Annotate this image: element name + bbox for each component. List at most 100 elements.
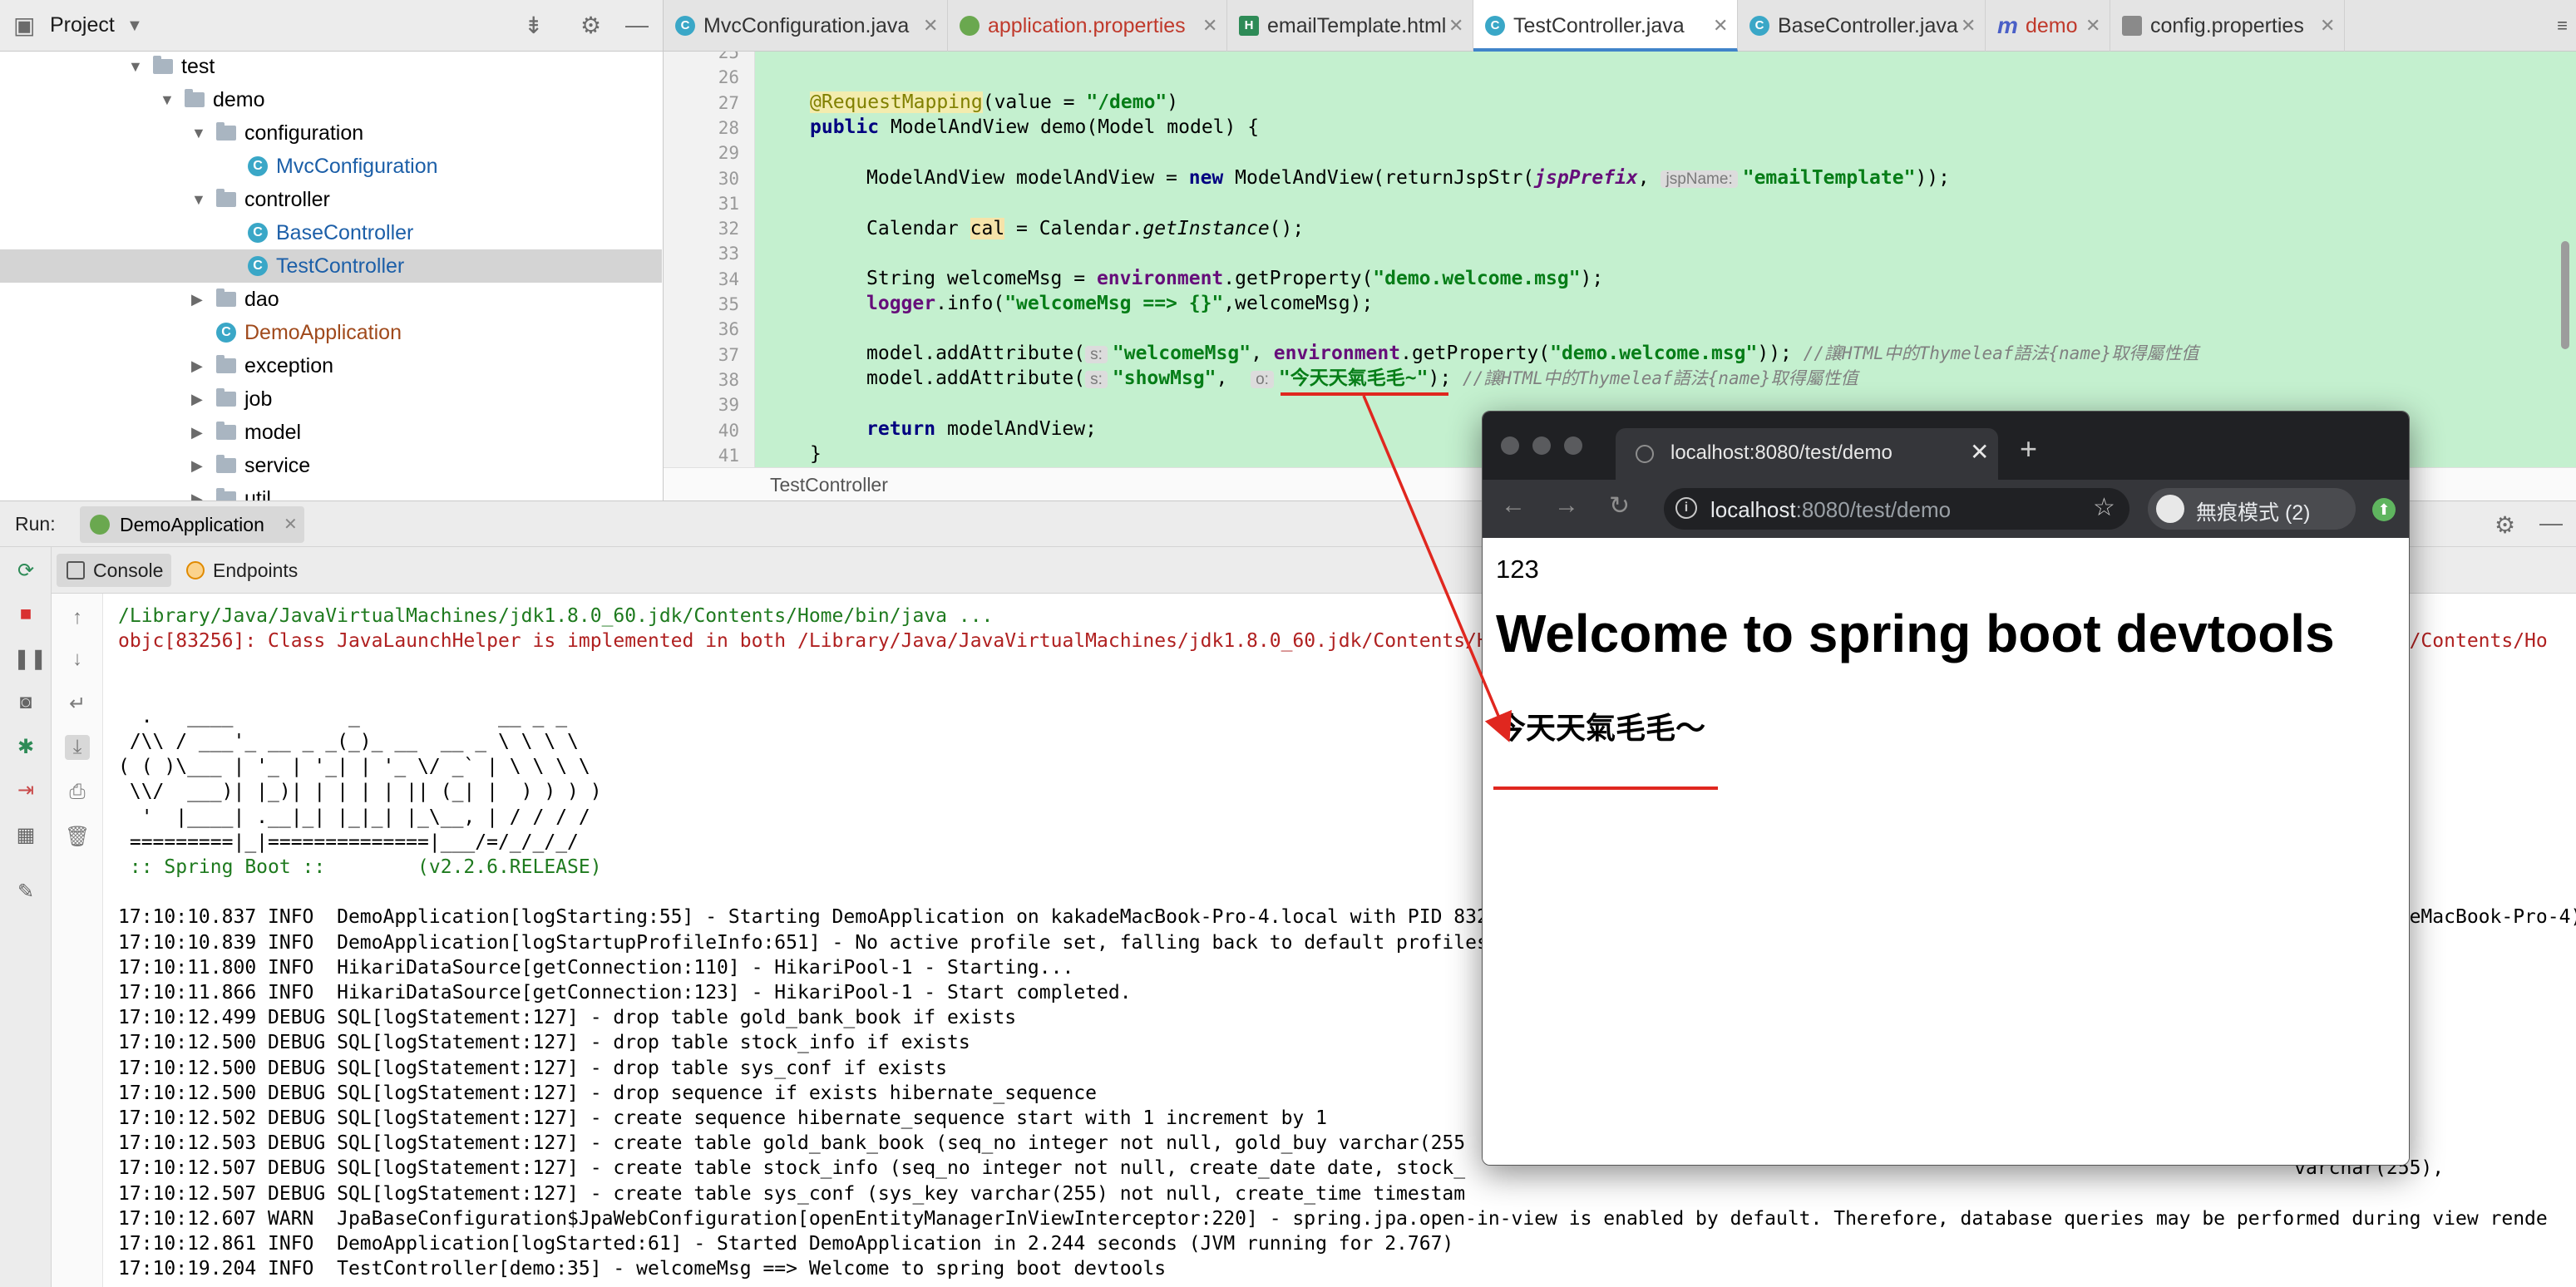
project-view-title[interactable]: Project (50, 13, 115, 37)
chevron-right-icon[interactable]: ▶ (191, 482, 208, 500)
line-number: 28 (718, 117, 739, 138)
new-tab-button[interactable]: + (2020, 431, 2037, 466)
tab-endpoints[interactable]: Endpoints (176, 554, 306, 587)
collapse-all-icon[interactable]: ⇟ (524, 12, 543, 39)
scroll-down-icon[interactable]: ↓ (65, 647, 90, 672)
chevron-right-icon[interactable]: ▶ (191, 382, 208, 416)
chevron-down-icon[interactable]: ▼ (128, 52, 145, 83)
close-icon[interactable]: ✕ (1448, 0, 1463, 52)
window-close-button[interactable] (1501, 436, 1519, 455)
info-icon[interactable]: i (1675, 497, 1697, 519)
tree-item-util[interactable]: ▶ util (0, 482, 662, 500)
highlighted-show-msg-string: "今天天氣毛毛~" (1278, 367, 1429, 389)
back-arrow-icon[interactable]: ← (1501, 491, 1526, 520)
code-line-41: } (810, 443, 822, 465)
pause-icon[interactable]: ❚❚ (13, 647, 47, 672)
exit-icon[interactable]: ⇥ (13, 778, 38, 803)
chevron-down-icon[interactable]: ▼ (160, 83, 176, 116)
code-line-38: model.addAttribute(s: "showMsg", o: "今天天氣毛… (866, 367, 1858, 389)
chevron-right-icon[interactable]: ▶ (191, 416, 208, 449)
tab-basecontroller-java[interactable]: C BaseController.java ✕ (1738, 0, 1986, 52)
tree-item-model[interactable]: ▶ model (0, 416, 662, 449)
close-icon[interactable]: ✕ (1713, 0, 1728, 52)
close-icon[interactable]: ✕ (2085, 0, 2100, 52)
line-number: 40 (718, 420, 739, 441)
tab-mvcconfiguration-java[interactable]: C MvcConfiguration.java ✕ (664, 0, 948, 52)
extension-icon[interactable]: ⬆ (2372, 498, 2396, 521)
browser-titlebar: localhost:8080/test/demo ✕ + (1483, 412, 2409, 480)
trash-icon[interactable]: 🗑 (65, 825, 90, 850)
tree-item-exception[interactable]: ▶ exception (0, 349, 662, 382)
chevron-down-icon[interactable]: ▼ (126, 17, 143, 36)
chevron-right-icon[interactable]: ▶ (191, 449, 208, 482)
window-zoom-button[interactable] (1564, 436, 1582, 455)
gear-icon[interactable]: ⚙ (2495, 511, 2515, 539)
scroll-up-icon[interactable]: ↑ (65, 605, 90, 630)
tree-item-mvcconfiguration[interactable]: C MvcConfiguration (0, 150, 662, 183)
soft-wrap-icon[interactable]: ↵ (65, 692, 90, 717)
debug-icon[interactable]: ✱ (13, 735, 38, 760)
pin-icon[interactable]: ✎ (13, 880, 38, 905)
print-icon[interactable]: ⎙ (65, 780, 90, 805)
tree-item-dao[interactable]: ▶ dao (0, 283, 662, 316)
tree-item-testcontroller[interactable]: C TestController (0, 249, 662, 283)
tree-item-configuration[interactable]: ▼ configuration (0, 116, 662, 150)
tree-item-job[interactable]: ▶ job (0, 382, 662, 416)
browser-page: 123 Welcome to spring boot devtools 今天天氣… (1483, 538, 2409, 1165)
forward-arrow-icon[interactable]: → (1554, 491, 1579, 520)
project-tool-header: ▣ Project ▼ ⇟ ⚙ — (0, 0, 664, 52)
tree-item-controller[interactable]: ▼ controller (0, 183, 662, 216)
tree-item-demoapplication[interactable]: C DemoApplication (0, 316, 662, 349)
tab-config-properties[interactable]: config.properties ✕ (2110, 0, 2345, 52)
close-icon[interactable]: ✕ (1970, 438, 1989, 466)
class-icon: C (248, 223, 268, 243)
camera-icon[interactable]: ◙ (13, 690, 38, 715)
stop-icon[interactable]: ■ (13, 602, 38, 627)
tab-application-properties[interactable]: application.properties ✕ (948, 0, 1227, 52)
reload-icon[interactable]: ↻ (1609, 491, 1630, 520)
minimize-icon[interactable]: — (2539, 510, 2563, 536)
tree-item-basecontroller[interactable]: C BaseController (0, 216, 662, 249)
line-number: 38 (718, 369, 739, 390)
minimize-icon[interactable]: — (625, 12, 649, 38)
tab-emailtemplate-html[interactable]: HemailTemplate.html ✕ (1227, 0, 1473, 52)
tree-item-service[interactable]: ▶ service (0, 449, 662, 482)
tree-item-label: MvcConfiguration (276, 155, 438, 178)
run-toolbar: ⟳ ■ ❚❚ ◙ ✱ ⇥ ▦ ✎ (0, 547, 52, 1287)
tab-testcontroller-java[interactable]: C TestController.java ✕ (1473, 0, 1738, 52)
tree-item-label: service (244, 454, 311, 477)
tree-item-test[interactable]: ▼ test (0, 52, 662, 83)
scroll-to-end-icon[interactable]: ⤓ (65, 735, 90, 760)
address-bar[interactable]: i localhost:8080/test/demo ☆ (1664, 488, 2129, 530)
tab-overflow-icon[interactable]: ≡ (2557, 15, 2568, 37)
tab-demo[interactable]: m demo ✕ (1986, 0, 2110, 52)
window-minimize-button[interactable] (1532, 436, 1551, 455)
close-icon[interactable]: ✕ (2320, 0, 2335, 52)
close-icon[interactable]: ✕ (1961, 0, 1976, 52)
close-icon[interactable]: ✕ (923, 0, 938, 52)
close-icon[interactable]: ✕ (1202, 0, 1217, 52)
page-subheading: 今天天氣毛毛～ (1496, 711, 1706, 745)
chevron-down-icon[interactable]: ▼ (191, 116, 208, 150)
line-number: 37 (718, 344, 739, 365)
bookmark-star-icon[interactable]: ☆ (2093, 493, 2115, 522)
gear-icon[interactable]: ⚙ (580, 12, 601, 39)
folder-icon (216, 288, 236, 307)
rerun-icon[interactable]: ⟳ (13, 559, 38, 584)
incognito-badge[interactable]: 無痕模式 (2) (2148, 488, 2356, 530)
code-editor[interactable]: @RequestMapping(value = "/demo") public … (755, 52, 2576, 467)
tab-console[interactable]: Console (57, 554, 172, 587)
close-icon[interactable]: ✕ (284, 506, 298, 543)
run-tab-demo-application[interactable]: DemoApplication ✕ (80, 506, 304, 543)
tree-item-demo[interactable]: ▼ demo (0, 83, 662, 116)
editor-scrollbar-thumb[interactable] (2561, 241, 2569, 349)
spring-leaf-icon (960, 16, 980, 36)
project-tree[interactable]: ▼ test ▼ demo ▼ configuration C MvcConfiguratio… (0, 52, 664, 500)
layout-icon[interactable]: ▦ (13, 823, 38, 848)
browser-tab[interactable]: localhost:8080/test/demo ✕ (1616, 428, 1998, 480)
chevron-down-icon[interactable]: ▼ (191, 183, 208, 216)
chevron-right-icon[interactable]: ▶ (191, 283, 208, 316)
console-line: :: Spring Boot :: (v2.2.6.RELEASE) (118, 856, 602, 878)
chevron-right-icon[interactable]: ▶ (191, 349, 208, 382)
project-view-icon[interactable]: ▣ (13, 12, 35, 39)
